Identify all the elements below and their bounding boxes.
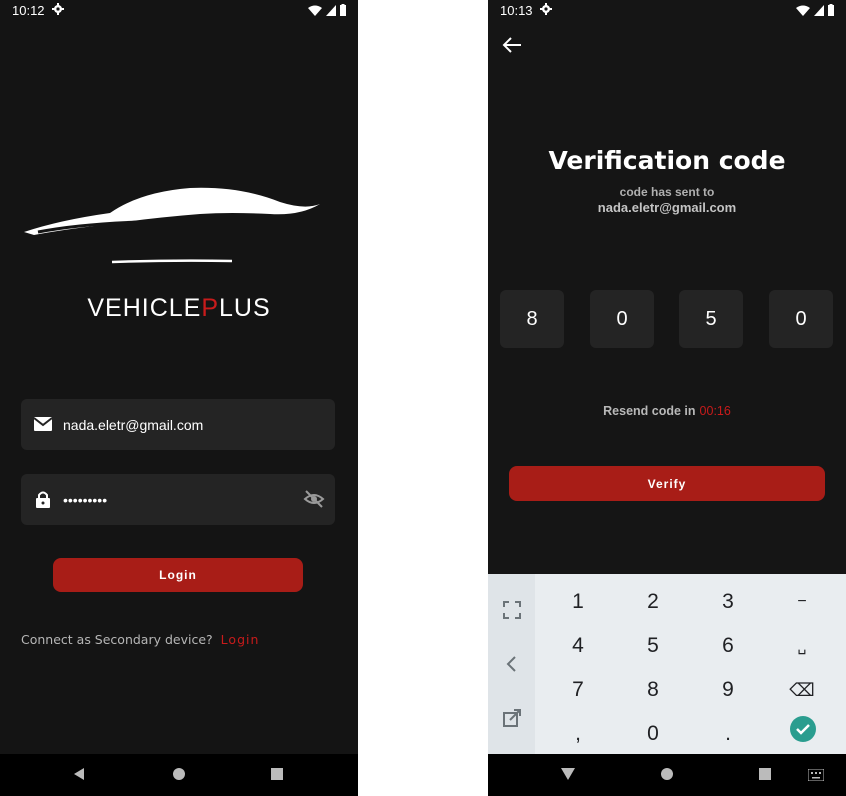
- secondary-device-text: Connect as Secondary device?: [21, 632, 213, 647]
- eye-off-icon[interactable]: [303, 488, 325, 510]
- verify-button[interactable]: Verify: [509, 466, 825, 501]
- resend-label[interactable]: Resend code in: [603, 404, 695, 418]
- key-9[interactable]: 9: [698, 672, 758, 708]
- mail-icon: [33, 417, 53, 431]
- subtitle-line1: code has sent to: [619, 185, 715, 199]
- car-logo: [24, 187, 320, 264]
- signal-icon: [326, 4, 336, 16]
- brand-logo-text: VEHICLEPLUS: [0, 294, 358, 323]
- resend-timer: 00:16: [699, 404, 731, 418]
- check-icon: [796, 724, 810, 735]
- navigation-bar: [0, 754, 358, 796]
- password-field[interactable]: [21, 474, 335, 525]
- secondary-login-link[interactable]: Login: [221, 632, 260, 647]
- chevron-left-icon[interactable]: [502, 654, 522, 674]
- key-1[interactable]: 1: [548, 584, 608, 620]
- secondary-device-row: Connect as Secondary device? Login: [21, 632, 259, 647]
- key-period[interactable]: .: [698, 716, 758, 752]
- back-nav-icon[interactable]: [72, 767, 86, 781]
- signal-icon: [814, 4, 824, 16]
- battery-icon: [340, 4, 346, 16]
- brand-accent: P: [201, 294, 220, 322]
- verification-screen: 10:13 Verification code code has sent to…: [488, 0, 846, 796]
- key-backspace[interactable]: ⌫: [772, 672, 832, 708]
- key-8[interactable]: 8: [623, 672, 683, 708]
- login-screen: 10:12 VEHICLEPLUS Login Connect as Secon…: [0, 0, 358, 796]
- back-arrow-icon[interactable]: [502, 36, 522, 54]
- resend-row: Resend code in 00:16: [488, 404, 846, 418]
- popout-icon[interactable]: [502, 708, 522, 728]
- key-5[interactable]: 5: [623, 628, 683, 664]
- code-digit-4[interactable]: 0: [769, 290, 833, 348]
- code-digit-1[interactable]: 8: [500, 290, 564, 348]
- key-7[interactable]: 7: [548, 672, 608, 708]
- gear-icon: [52, 3, 64, 15]
- page-title: Verification code: [548, 146, 786, 175]
- code-digit-2[interactable]: 0: [590, 290, 654, 348]
- gear-icon: [540, 3, 552, 15]
- keyboard-done-button[interactable]: [790, 716, 816, 742]
- key-comma[interactable]: ,: [548, 716, 608, 752]
- back-nav-icon[interactable]: [560, 767, 576, 781]
- wifi-icon: [796, 5, 810, 16]
- brand-part1: VEHICLE: [87, 294, 202, 322]
- lock-icon: [36, 491, 50, 508]
- keyboard-side-panel: [488, 574, 535, 754]
- key-3[interactable]: 3: [698, 584, 758, 620]
- key-2[interactable]: 2: [623, 584, 683, 620]
- home-nav-icon[interactable]: [660, 767, 674, 781]
- key-4[interactable]: 4: [548, 628, 608, 664]
- wifi-icon: [308, 5, 322, 16]
- recents-nav-icon[interactable]: [758, 767, 772, 781]
- key-0[interactable]: 0: [623, 716, 683, 752]
- numeric-keyboard: 1 2 3 − 4 5 6 ␣ 7 8 9 ⌫ , 0 .: [488, 574, 846, 754]
- key-space[interactable]: ␣: [772, 628, 832, 664]
- keyboard-switch-icon[interactable]: [808, 769, 824, 781]
- email-input[interactable]: [63, 399, 293, 450]
- code-digit-3[interactable]: 5: [679, 290, 743, 348]
- navigation-bar: [488, 754, 846, 796]
- home-nav-icon[interactable]: [172, 767, 186, 781]
- login-button[interactable]: Login: [53, 558, 303, 592]
- password-input[interactable]: [63, 474, 293, 525]
- status-bar: 10:13: [488, 0, 846, 22]
- status-time: 10:13: [500, 3, 533, 18]
- status-bar: 10:12: [0, 0, 358, 22]
- key-minus[interactable]: −: [772, 584, 832, 620]
- battery-icon: [828, 4, 834, 16]
- email-field[interactable]: [21, 399, 335, 450]
- recents-nav-icon[interactable]: [270, 767, 284, 781]
- key-6[interactable]: 6: [698, 628, 758, 664]
- brand-part2: LUS: [219, 294, 271, 322]
- status-time: 10:12: [12, 3, 45, 18]
- expand-icon[interactable]: [502, 600, 522, 620]
- subtitle-email: nada.eletr@gmail.com: [597, 200, 737, 215]
